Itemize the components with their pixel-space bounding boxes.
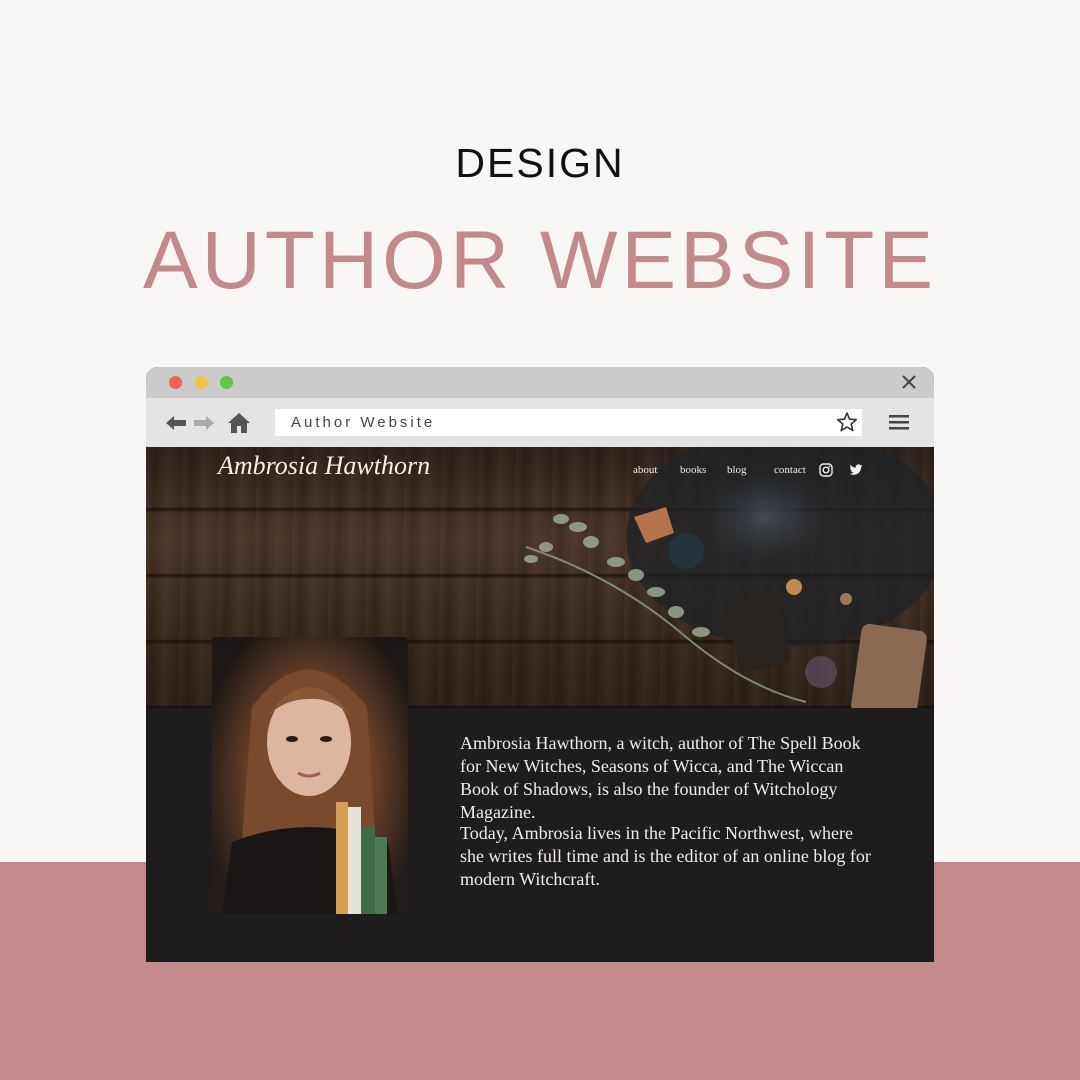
bio-paragraph-2: Today, Ambrosia lives in the Pacific Nor… <box>460 823 871 889</box>
nav-link-blog[interactable]: blog <box>727 464 747 476</box>
author-portrait <box>212 637 408 914</box>
address-bar[interactable]: Author Website <box>275 409 862 436</box>
browser-titlebar <box>146 367 934 398</box>
hamburger-menu-icon[interactable] <box>887 412 911 432</box>
portrait-illustration <box>222 669 398 914</box>
website-page: Ambrosia Hawthorn about books blog conta… <box>146 447 934 962</box>
star-icon[interactable] <box>836 411 858 433</box>
browser-toolbar: Author Website <box>146 398 934 447</box>
twitter-icon[interactable] <box>849 463 863 477</box>
close-window-dot[interactable] <box>169 376 182 389</box>
nav-link-contact[interactable]: contact <box>774 464 806 476</box>
site-brand-name[interactable]: Ambrosia Hawthorn <box>218 451 430 481</box>
instagram-icon[interactable] <box>819 463 833 477</box>
maximize-window-dot[interactable] <box>220 376 233 389</box>
eyebrow-heading: DESIGN <box>455 140 625 186</box>
bio-paragraph-1: Ambrosia Hawthorn, a witch, author of Th… <box>460 733 861 822</box>
main-heading: AUTHOR WEBSITE <box>142 215 938 306</box>
home-icon[interactable] <box>227 411 251 435</box>
browser-window: Author Website Ambrosia Hawthorn about b… <box>146 367 934 962</box>
back-arrow-icon[interactable] <box>164 411 188 435</box>
minimize-window-dot[interactable] <box>195 376 208 389</box>
nav-link-about[interactable]: about <box>633 464 657 476</box>
close-icon[interactable] <box>900 372 918 392</box>
forward-arrow-icon[interactable] <box>192 411 216 435</box>
nav-link-books[interactable]: books <box>680 464 706 476</box>
